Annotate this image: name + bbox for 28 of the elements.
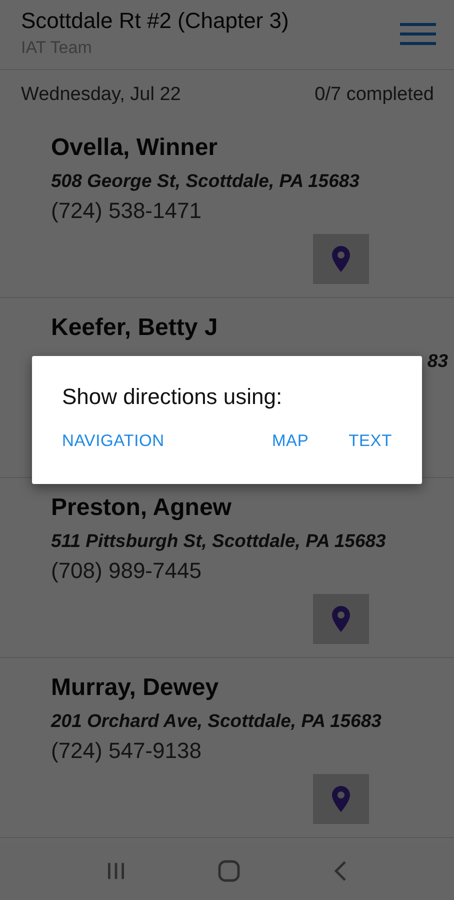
map-pin-button[interactable]	[313, 234, 369, 284]
contact-name: Murray, Dewey	[51, 674, 220, 702]
map-pin-icon	[331, 245, 351, 273]
menu-icon[interactable]	[400, 22, 436, 46]
dialog-option[interactable]: NAVIGATION	[62, 432, 164, 451]
contact-phone[interactable]: (724) 538-1471	[51, 198, 434, 224]
dialog-title: Show directions using:	[62, 384, 284, 410]
dialog-option[interactable]: TEXT	[348, 432, 392, 451]
contact-name: Keefer, Betty J	[51, 314, 219, 342]
back-icon[interactable]	[332, 860, 348, 882]
home-icon[interactable]	[216, 859, 241, 883]
dialog-option[interactable]: MAP	[272, 432, 309, 451]
contact-address: 508 George St, Scottdale, PA 15683	[51, 170, 360, 192]
contact-address: 83	[427, 350, 448, 372]
contact-address: 201 Orchard Ave, Scottdale, PA 15683	[51, 710, 382, 732]
recent-apps-icon[interactable]	[106, 861, 126, 881]
map-pin-icon	[331, 785, 351, 813]
contact-phone[interactable]: (708) 989-7445	[51, 558, 434, 584]
app-title: Scottdale Rt #2 (Chapter 3)	[21, 8, 289, 34]
contact-phone[interactable]: (724) 547-9138	[51, 738, 434, 764]
map-pin-button[interactable]	[313, 774, 369, 824]
completion-count: 0/7 completed	[314, 84, 434, 107]
contact-address: 511 Pittsburgh St, Scottdale, PA 15683	[51, 530, 387, 552]
contact-name: Ovella, Winner	[51, 134, 218, 162]
map-pin-icon	[331, 605, 351, 633]
map-pin-button[interactable]	[313, 594, 369, 644]
contact-name: Preston, Agnew	[51, 494, 232, 522]
route-date: Wednesday, Jul 22	[21, 84, 181, 107]
